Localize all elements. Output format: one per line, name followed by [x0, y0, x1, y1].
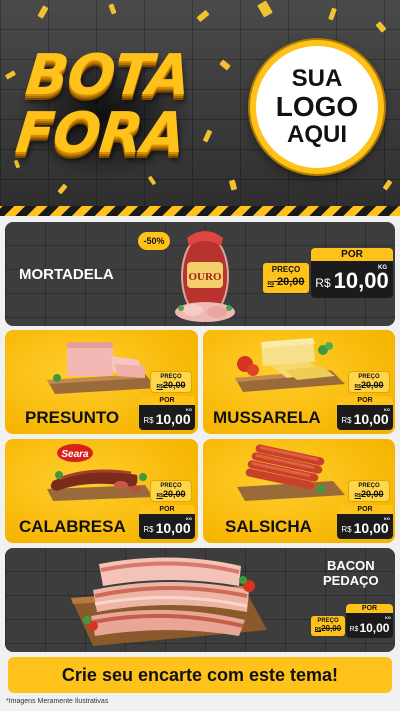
logo-placeholder: SUA LOGO AQUI: [250, 40, 384, 174]
old-price: R$20,00: [156, 380, 186, 390]
price-value: 10,00: [155, 411, 191, 427]
unit-label: KG: [378, 265, 387, 271]
product-name: PRESUNTO: [25, 408, 120, 427]
product-name: BACON PEDAÇO: [323, 558, 379, 588]
preco-tag: PREÇO R$20,00: [151, 372, 191, 392]
confetti-decoration: [382, 179, 393, 191]
product-name: SALSICHA: [225, 517, 312, 536]
price-value: 10,00: [353, 520, 389, 536]
confetti-decoration: [37, 5, 49, 19]
cta-banner[interactable]: Crie seu encarte com este tema!: [8, 657, 392, 693]
old-price: R$20,00: [156, 489, 186, 499]
confetti-decoration: [219, 59, 231, 71]
brand-label: OURO: [189, 271, 222, 283]
product-name: MORTADELA: [19, 266, 114, 283]
logo-text-line3: AQUI: [287, 121, 347, 148]
currency-symbol: R$: [315, 276, 331, 290]
header-banner: BOTA FORA SUA LOGO AQUI: [0, 0, 400, 212]
old-price: R$20,00: [354, 489, 384, 499]
product-name-line1: BACON: [326, 558, 375, 573]
preco-tag: PREÇO R$20,00: [151, 481, 191, 501]
hazard-stripe-divider: [0, 206, 400, 216]
confetti-decoration: [375, 21, 387, 33]
por-label: POR: [139, 396, 195, 405]
logo-text-line2: LOGO: [275, 91, 359, 122]
product-card-calabresa: Seara PREÇO R$20,00 CALABRESA POR R$ 10,…: [5, 439, 198, 543]
currency-symbol: R$: [143, 416, 154, 425]
por-label: POR: [337, 396, 393, 405]
title-line-1: BOTA: [22, 43, 193, 108]
bacon-image: [71, 557, 267, 646]
salsicha-image: [237, 444, 345, 501]
confetti-decoration: [196, 9, 210, 23]
por-price-box: POR R$ 10,00 KG: [311, 248, 393, 298]
confetti-decoration: [257, 0, 273, 18]
logo-text-line1: SUA: [291, 65, 343, 92]
product-name: MUSSARELA: [213, 408, 321, 427]
product-card-mortadela: MORTADELA OURO PREÇO R$ 20,00 POR R$ 10,…: [5, 222, 395, 326]
por-label: POR: [139, 505, 195, 514]
price-value: 10,00: [333, 268, 389, 293]
unit-label: KG: [384, 407, 390, 412]
price-value: 10,00: [155, 520, 191, 536]
preco-tag: PREÇO R$ 20,00: [263, 263, 309, 293]
product-card-salsicha: PREÇO R$20,00 SALSICHA POR R$ 10,00 KG: [203, 439, 395, 543]
product-card-mussarela: PREÇO R$20,00 MUSSARELA POR R$ 10,00 KG: [203, 330, 395, 434]
por-price-box: POR R$ 10,00 KG: [139, 396, 195, 430]
price-value: 10,00: [359, 621, 390, 635]
product-name-line2: PEDAÇO: [323, 573, 379, 588]
title-line-2: FORA: [12, 101, 188, 166]
price-value: 10,00: [353, 411, 389, 427]
product-card-bacon: BACON PEDAÇO PREÇO R$20,00 POR R$ 10,00 …: [5, 548, 395, 652]
por-price-box: POR R$ 10,00 KG: [337, 396, 393, 430]
old-price: R$ 20,00: [267, 276, 305, 288]
old-price: R$20,00: [314, 624, 342, 633]
unit-label: KG: [384, 516, 390, 521]
product-card-presunto: PREÇO R$20,00 PRESUNTO POR R$ 10,00 KG: [5, 330, 198, 434]
mussarela-image: [235, 338, 345, 392]
por-label: POR: [346, 604, 393, 613]
currency-symbol: R$: [341, 416, 352, 425]
brand-label: Seara: [61, 449, 89, 460]
confetti-decoration: [202, 129, 213, 143]
currency-symbol: R$: [143, 525, 154, 534]
unit-label: KG: [186, 407, 192, 412]
preco-tag: PREÇO R$20,00: [311, 616, 345, 636]
cta-text: Crie seu encarte com este tema!: [61, 664, 339, 685]
mortadela-image: OURO: [175, 231, 235, 322]
preco-tag: PREÇO R$20,00: [349, 481, 389, 501]
calabresa-image: Seara: [47, 444, 153, 501]
presunto-image: [47, 342, 157, 394]
currency-symbol: R$: [341, 525, 352, 534]
por-price-box: POR R$ 10,00 KG: [346, 604, 393, 638]
discount-badge: -50%: [138, 232, 170, 250]
preco-tag: PREÇO R$20,00: [349, 372, 389, 392]
por-price-box: POR R$ 10,00 KG: [337, 505, 393, 539]
por-label: POR: [311, 248, 393, 261]
confetti-decoration: [108, 3, 117, 15]
confetti-decoration: [328, 7, 337, 21]
disclaimer-text: *Imagens Meramente Ilustrativas: [6, 698, 109, 705]
unit-label: KG: [186, 516, 192, 521]
preco-label: PREÇO: [271, 265, 301, 274]
por-label: POR: [337, 505, 393, 514]
old-price: R$20,00: [354, 380, 384, 390]
currency-symbol: R$: [349, 626, 359, 633]
unit-label: KG: [385, 615, 391, 620]
confetti-decoration: [228, 179, 238, 191]
bota-fora-title: BOTA FORA: [12, 26, 202, 186]
por-price-box: POR R$ 10,00 KG: [139, 505, 195, 539]
product-name: CALABRESA: [19, 517, 126, 536]
